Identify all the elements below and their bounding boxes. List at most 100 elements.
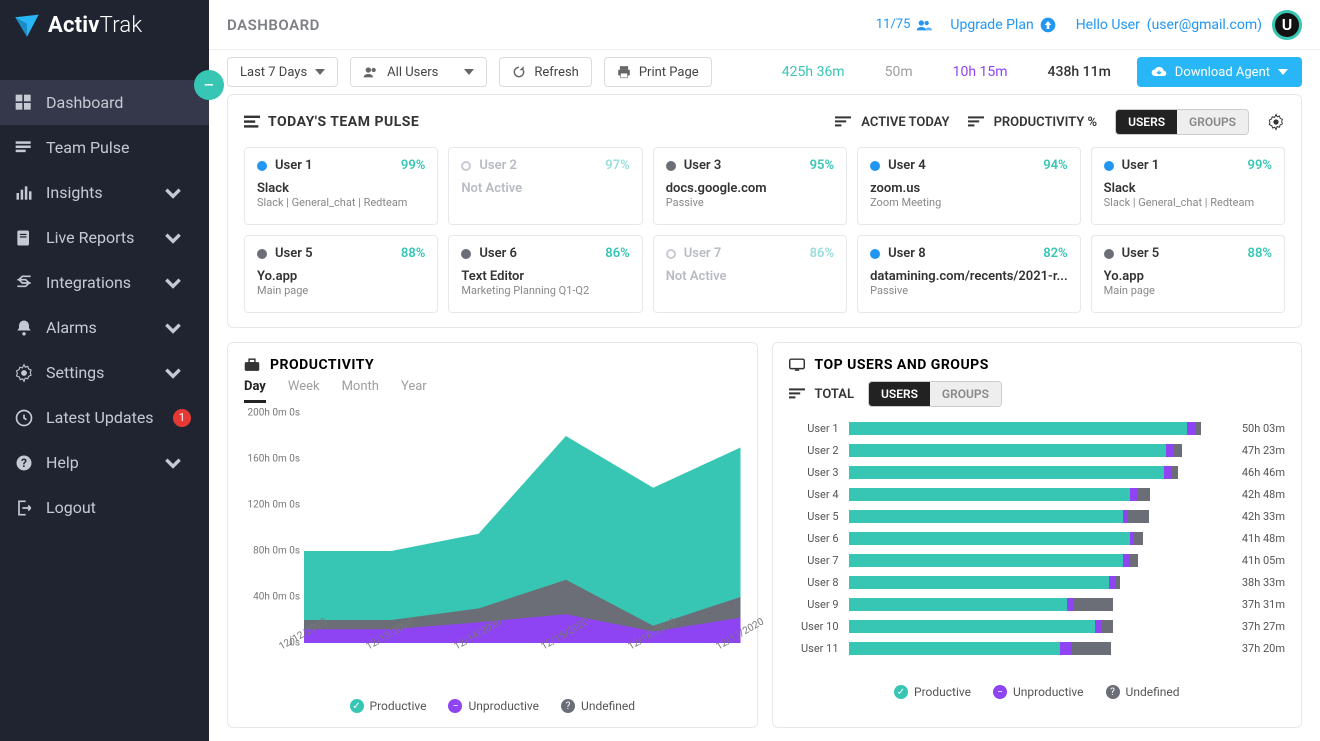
bar-value: 42h 33m [1225, 510, 1285, 523]
nav-label: Dashboard [46, 93, 123, 112]
pulse-cell[interactable]: User 786%Not Active [653, 235, 847, 313]
pulse-user-pct: 94% [1043, 158, 1067, 173]
pulse-cell[interactable]: User 588%Yo.appMain page [1091, 235, 1285, 313]
bar-track [849, 444, 1216, 457]
pulse-cell[interactable]: User 882%datamining.com/recents/2021-r..… [857, 235, 1081, 313]
active-today-sort[interactable]: ACTIVE TODAY [835, 115, 949, 130]
pulse-cell[interactable]: User 199%SlackSlack | General_chat | Red… [244, 147, 438, 225]
sidebar-item-team-pulse[interactable]: Team Pulse [0, 125, 209, 170]
upgrade-plan-link[interactable]: Upgrade Plan [950, 17, 1055, 33]
nav-label: Logout [46, 498, 96, 517]
sidebar-item-alarms[interactable]: Alarms [0, 305, 209, 350]
status-dot [1104, 249, 1114, 259]
nav-badge: 1 [173, 409, 191, 427]
team-pulse-title: TODAY'S TEAM PULSE [244, 114, 419, 130]
collapse-sidebar-button[interactable]: − [194, 70, 224, 100]
main: DASHBOARD 11/75 Upgrade Plan Hello User … [209, 0, 1320, 741]
top-user-row[interactable]: User 838h 33m [789, 571, 1286, 593]
top-user-row[interactable]: User 11 37h 20m [789, 637, 1286, 659]
sidebar-item-insights[interactable]: Insights [0, 170, 209, 215]
nav-label: Insights [46, 183, 103, 202]
topbar: DASHBOARD 11/75 Upgrade Plan Hello User … [209, 0, 1320, 50]
productivity-tab-month[interactable]: Month [342, 379, 379, 403]
sidebar-item-dashboard[interactable]: Dashboard [0, 80, 209, 125]
bar-name: User 10 [789, 620, 839, 633]
user-greeting[interactable]: Hello User (user@gmail.com) [1076, 17, 1262, 33]
download-agent-button[interactable]: Download Agent [1137, 57, 1302, 87]
status-dot [461, 161, 471, 171]
top-user-row[interactable]: User 150h 03m [789, 417, 1286, 439]
refresh-icon [512, 65, 526, 79]
bar-name: User 8 [789, 576, 839, 589]
top-user-row[interactable]: User 442h 48m [789, 483, 1286, 505]
sidebar-item-integrations[interactable]: Integrations [0, 260, 209, 305]
nav: Dashboard Team Pulse Insights Live ReportsI… [0, 80, 209, 530]
bar-track [849, 598, 1216, 611]
topusers-sort[interactable]: TOTAL [789, 387, 854, 402]
metric-unproductive: 10h 15m [939, 64, 1022, 80]
date-range-dropdown[interactable]: Last 7 Days [227, 57, 338, 87]
bar-track [849, 576, 1216, 589]
users-groups-segment[interactable]: USERS GROUPS [1115, 109, 1249, 135]
pulse-user-name: User 3 [684, 158, 722, 173]
pulse-cell[interactable]: User 297%Not Active [448, 147, 642, 225]
bar-track [849, 466, 1216, 479]
y-tick: 120h 0m 0s [248, 500, 301, 511]
productivity-tab-year[interactable]: Year [401, 379, 427, 403]
pulse-cell[interactable]: User 588%Yo.appMain page [244, 235, 438, 313]
nav-label: Alarms [46, 318, 97, 337]
bar-name: User 4 [789, 488, 839, 501]
topusers-segment[interactable]: USERS GROUPS [868, 381, 1002, 407]
bar-name: User 9 [789, 598, 839, 611]
top-user-row[interactable]: User 641h 48m [789, 527, 1286, 549]
sidebar-item-latest-updates[interactable]: Latest Updates1 [0, 395, 209, 440]
sidebar-item-live-reports[interactable]: Live Reports [0, 215, 209, 260]
pulse-cell[interactable]: User 686%Text EditorMarketing Planning Q… [448, 235, 642, 313]
nav-icon [14, 498, 34, 518]
status-dot [461, 249, 471, 259]
avatar[interactable]: U [1272, 10, 1302, 40]
license-count[interactable]: 11/75 [876, 17, 933, 32]
pulse-sub: Slack | General_chat | Redteam [257, 196, 425, 209]
pulse-app: Slack [1104, 181, 1272, 196]
status-dot [870, 249, 880, 259]
nav-label: Settings [46, 363, 104, 382]
bar-name: User 7 [789, 554, 839, 567]
top-user-row[interactable]: User 542h 33m [789, 505, 1286, 527]
top-users-legend: ✓Productive −Unproductive ?Undefined [789, 685, 1286, 699]
gear-icon[interactable] [1267, 113, 1285, 131]
sidebar-item-settings[interactable]: Settings [0, 350, 209, 395]
pulse-app: Slack [257, 181, 425, 196]
svg-text:?: ? [21, 456, 27, 470]
top-user-row[interactable]: User 247h 23m [789, 439, 1286, 461]
bar-name: User 11 [789, 642, 839, 655]
y-tick: 160h 0m 0s [248, 454, 301, 465]
pulse-cell[interactable]: User 199%SlackSlack | General_chat | Red… [1091, 147, 1285, 225]
pulse-cell[interactable]: User 395%docs.google.comPassive [653, 147, 847, 225]
sidebar-item-logout[interactable]: Logout [0, 485, 209, 530]
top-user-row[interactable]: User 1037h 27m [789, 615, 1286, 637]
productivity-tab-day[interactable]: Day [244, 379, 266, 403]
top-user-row[interactable]: User 346h 46m [789, 461, 1286, 483]
productivity-tab-week[interactable]: Week [288, 379, 320, 403]
pulse-app: Yo.app [1104, 269, 1272, 284]
pulse-cell[interactable]: User 494%zoom.usZoom Meeting [857, 147, 1081, 225]
logo: ActivTrak [0, 0, 209, 50]
top-user-row[interactable]: User 741h 05m [789, 549, 1286, 571]
pulse-app: datamining.com/recents/2021-r... [870, 269, 1068, 284]
users-icon [363, 66, 379, 78]
chevron-down-icon [163, 273, 183, 293]
briefcase-icon [244, 358, 260, 372]
pulse-app: zoom.us [870, 181, 1068, 196]
sidebar-item-help[interactable]: ?Help [0, 440, 209, 485]
pulse-app: Not Active [461, 181, 629, 196]
productivity-pct-sort[interactable]: PRODUCTIVITY % [968, 115, 1098, 130]
user-filter-dropdown[interactable]: All Users [350, 57, 487, 87]
refresh-button[interactable]: Refresh [499, 57, 591, 87]
bar-value: 37h 20m [1225, 642, 1285, 655]
top-user-row[interactable]: User 937h 31m [789, 593, 1286, 615]
pulse-sub: Slack | General_chat | Redteam [1104, 196, 1272, 209]
pulse-app: Yo.app [257, 269, 425, 284]
toolbar: Last 7 Days All Users Refresh Print Page… [209, 50, 1320, 94]
print-button[interactable]: Print Page [604, 57, 712, 87]
